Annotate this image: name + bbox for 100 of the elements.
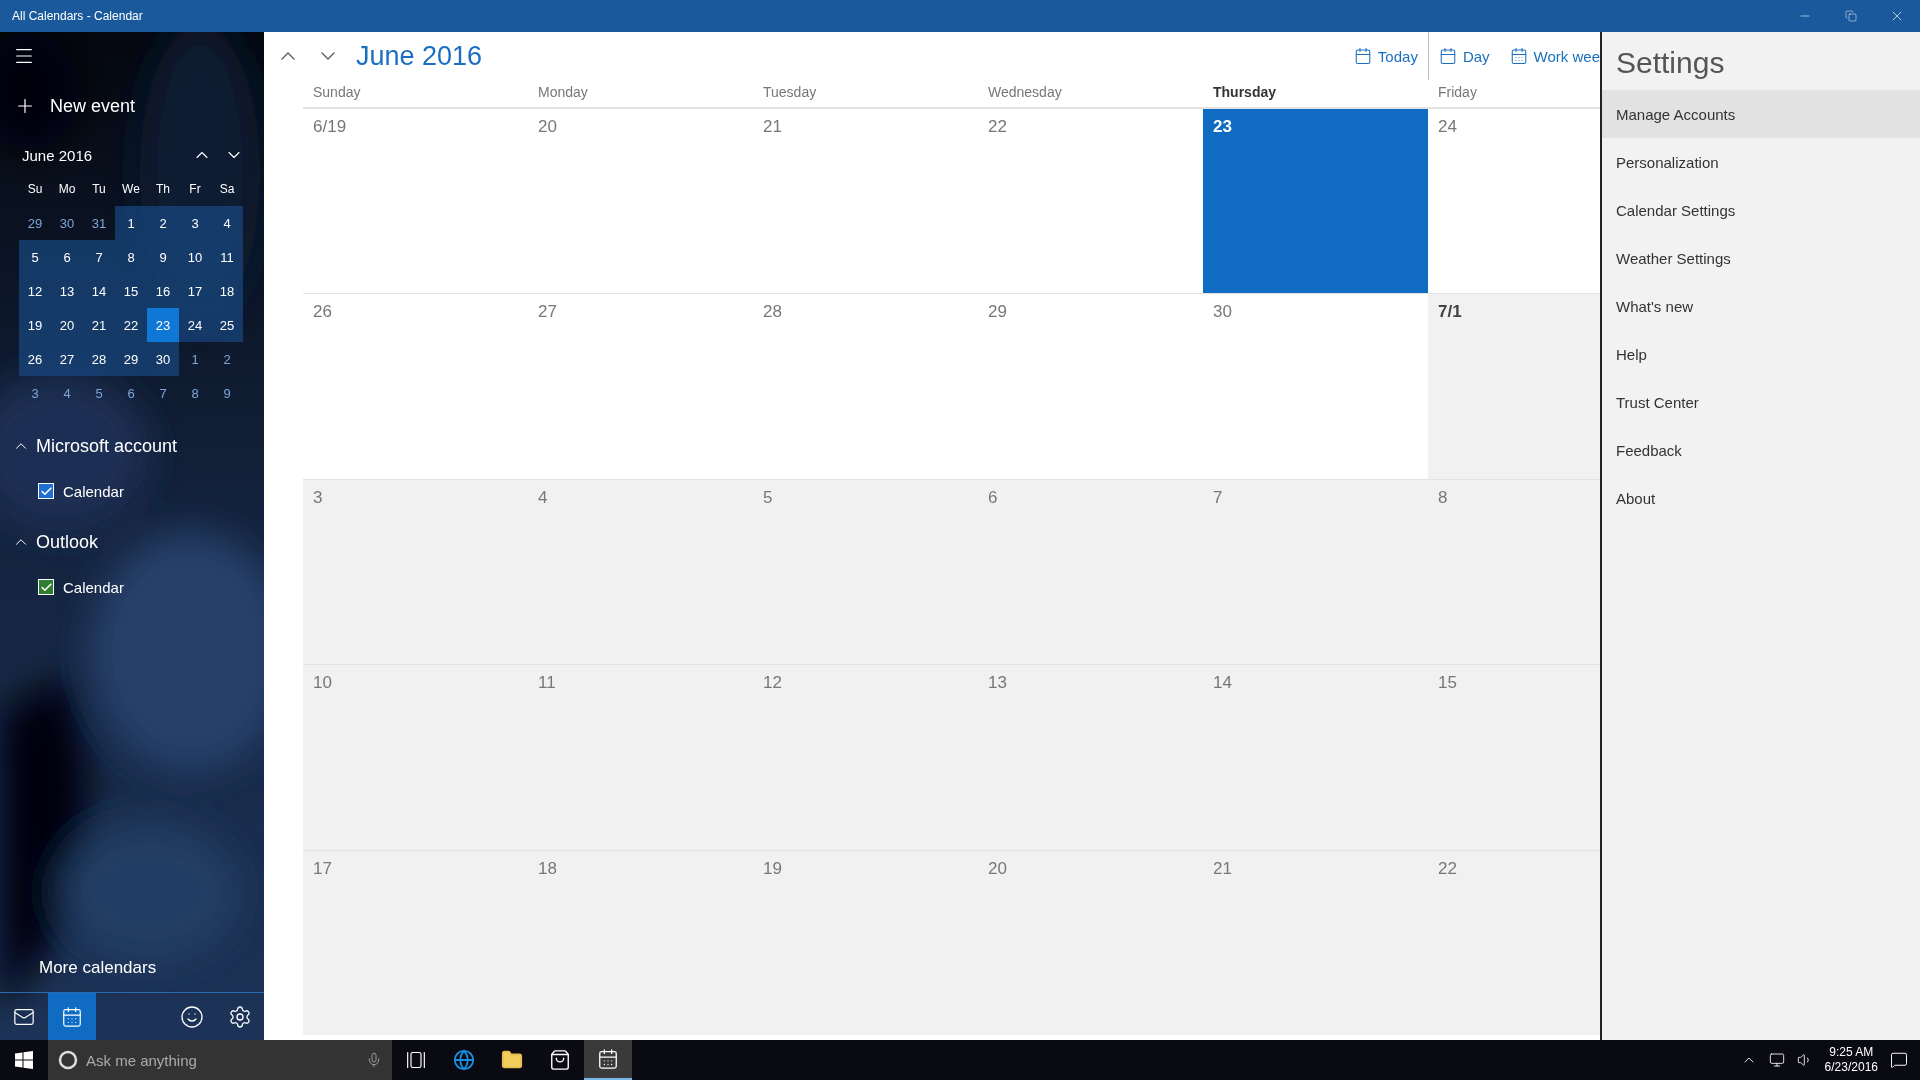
weekday-label: Tu [91, 181, 107, 198]
calendar-icon [61, 1006, 83, 1028]
day-cell[interactable]: 12 [753, 664, 978, 850]
settings-item[interactable]: About [1602, 474, 1920, 522]
view-button[interactable]: Work wee [1499, 40, 1600, 72]
day-cell[interactable]: 2 [147, 206, 179, 240]
settings-item[interactable]: Feedback [1602, 426, 1920, 474]
notification-icon[interactable] [1890, 1051, 1908, 1069]
day-cell[interactable]: 10 [179, 240, 211, 274]
panel-title: Settings [1615, 45, 1726, 81]
search-field[interactable]: Ask me anything [48, 1040, 392, 1080]
settings-icon [228, 1005, 252, 1029]
day-cell[interactable]: 19 [753, 849, 978, 1035]
calendar-icon [597, 1048, 619, 1070]
microphone-icon [366, 1052, 382, 1068]
day-cell[interactable]: 24 [179, 308, 211, 342]
day-cell[interactable]: 30 [51, 206, 83, 240]
day-cell[interactable]: 13 [51, 274, 83, 308]
day-cell[interactable]: 17 [179, 274, 211, 308]
day-cell[interactable]: 2 [211, 342, 243, 376]
day-cell[interactable]: 31 [83, 206, 115, 240]
day-cell[interactable]: 17 [303, 849, 528, 1035]
day-cell[interactable]: 28 [83, 342, 115, 376]
day-cell[interactable]: 8 [179, 376, 211, 410]
day-cell[interactable]: 6 [115, 376, 147, 410]
day-cell[interactable]: 20 [51, 308, 83, 342]
calendar-icon [1509, 47, 1528, 65]
day-cell[interactable]: 8 [115, 240, 147, 274]
window-title: All Calendars - Calendar [11, 9, 144, 23]
day-cell[interactable]: 23 [1203, 108, 1428, 294]
day-cell[interactable]: 22 [115, 308, 147, 342]
settings-item[interactable]: Help [1602, 330, 1920, 378]
day-cell[interactable]: 22 [1428, 849, 1600, 1035]
day-cell[interactable]: 6 [51, 240, 83, 274]
day-cell[interactable]: 29 [19, 206, 51, 240]
day-cell[interactable]: 16 [147, 274, 179, 308]
day-cell[interactable]: 15 [115, 274, 147, 308]
weekday-label: Th [155, 181, 171, 198]
view-button[interactable]: Day [1428, 40, 1500, 72]
account-header[interactable]: Microsoft account [12, 428, 264, 464]
checkbox[interactable] [38, 579, 54, 595]
settings-item[interactable]: Trust Center [1602, 378, 1920, 426]
day-cell[interactable]: 20 [978, 849, 1203, 1035]
network-icon[interactable] [1768, 1052, 1785, 1068]
day-cell[interactable]: 3 [303, 478, 528, 665]
day-cell[interactable]: 6 [978, 478, 1203, 665]
day-cell[interactable]: 1 [179, 342, 211, 376]
day-cell[interactable]: 7 [147, 376, 179, 410]
smiley-icon [180, 1005, 204, 1029]
day-cell[interactable]: 5 [19, 240, 51, 274]
day-cell[interactable]: 9 [147, 240, 179, 274]
day-cell[interactable]: 21 [1203, 849, 1428, 1035]
day-cell[interactable]: 9 [211, 376, 243, 410]
day-cell[interactable]: 3 [179, 206, 211, 240]
day-cell[interactable]: 18 [211, 274, 243, 308]
day-cell[interactable]: 23 [147, 308, 179, 342]
day-cell[interactable]: 14 [1203, 664, 1428, 850]
day-cell[interactable]: 5 [83, 376, 115, 410]
calendar-icon [1438, 47, 1457, 65]
day-cell[interactable]: 4 [211, 206, 243, 240]
day-cell[interactable]: 21 [83, 308, 115, 342]
day-cell[interactable]: 26 [19, 342, 51, 376]
month-title: June 2016 [22, 146, 94, 164]
settings-item[interactable]: Calendar Settings [1602, 186, 1920, 234]
day-cell[interactable]: 27 [51, 342, 83, 376]
day-cell[interactable]: 13 [978, 664, 1203, 850]
day-cell[interactable]: 4 [528, 478, 753, 665]
new-event-button[interactable]: New event [14, 88, 264, 124]
clock[interactable]: 9:25 AM 6/23/2016 [1824, 1045, 1878, 1075]
restore-icon [1845, 10, 1857, 22]
settings-item[interactable]: Weather Settings [1602, 234, 1920, 282]
calendar-label: Calendar [63, 578, 124, 596]
day-cell[interactable]: 10 [303, 664, 528, 850]
day-cell[interactable]: 11 [528, 664, 753, 850]
more-calendars-link[interactable]: More calendars [0, 958, 264, 992]
taskbar-app[interactable] [584, 1040, 632, 1080]
checkbox[interactable] [38, 483, 54, 499]
day-cell[interactable]: 29 [115, 342, 147, 376]
day-cell[interactable]: 5 [753, 478, 978, 665]
account-header[interactable]: Outlook [12, 524, 264, 560]
day-cell[interactable]: 7 [83, 240, 115, 274]
day-cell[interactable]: 4 [51, 376, 83, 410]
day-cell[interactable]: 8 [1428, 478, 1600, 665]
day-cell[interactable]: 7/1 [1428, 293, 1600, 479]
day-cell[interactable]: 30 [147, 342, 179, 376]
shopping-bag-icon [549, 1049, 571, 1071]
settings-item[interactable]: Manage Accounts [1602, 90, 1920, 138]
day-cell[interactable]: 12 [19, 274, 51, 308]
settings-item[interactable]: Personalization [1602, 138, 1920, 186]
day-cell[interactable]: 25 [211, 308, 243, 342]
day-cell[interactable]: 15 [1428, 664, 1600, 850]
day-cell[interactable]: 7 [1203, 478, 1428, 665]
day-cell[interactable]: 18 [528, 849, 753, 1035]
day-cell[interactable]: 1 [115, 206, 147, 240]
day-cell[interactable]: 11 [211, 240, 243, 274]
day-cell[interactable]: 19 [19, 308, 51, 342]
settings-item[interactable]: What's new [1602, 282, 1920, 330]
view-button[interactable]: Today [1343, 40, 1428, 72]
day-cell[interactable]: 14 [83, 274, 115, 308]
day-cell[interactable]: 3 [19, 376, 51, 410]
